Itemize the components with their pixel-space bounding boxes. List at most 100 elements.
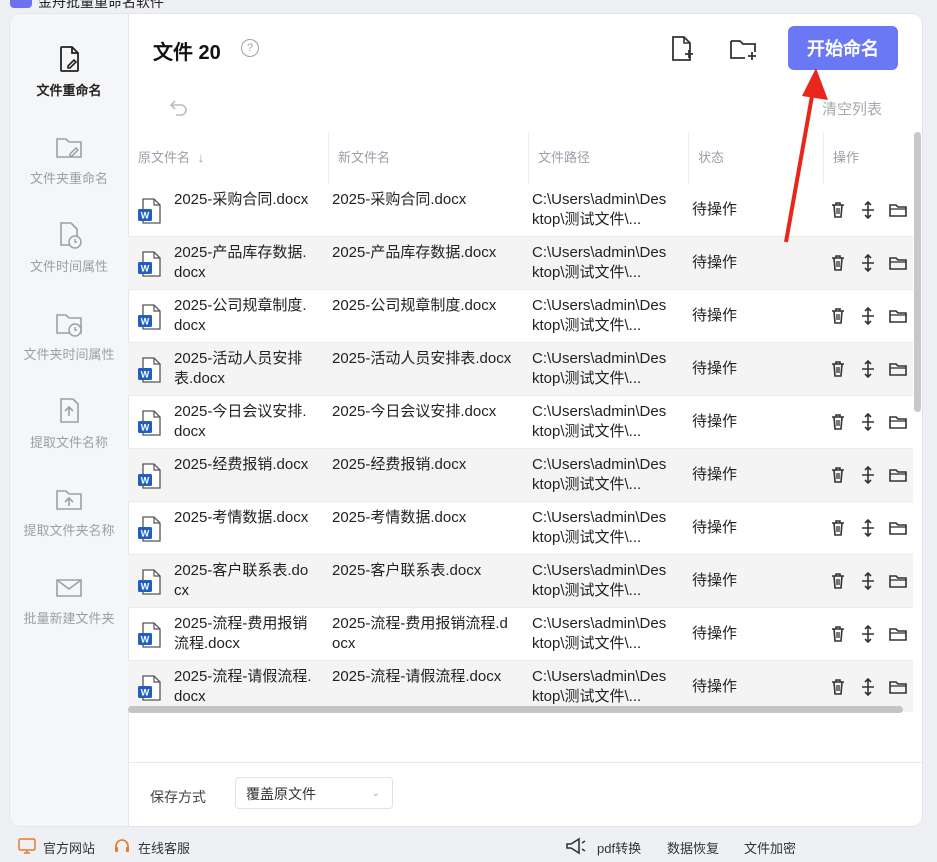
trash-icon[interactable] <box>828 677 848 697</box>
sidebar-item-label: 文件时间属性 <box>29 259 108 274</box>
sidebar-item-label: 文件夹重命名 <box>29 171 108 186</box>
sidebar-item-file-time[interactable]: 文件时间属性 <box>10 220 128 275</box>
column-header-actions: 操作 <box>833 150 860 165</box>
svg-text:W: W <box>141 317 150 327</box>
word-doc-icon: W <box>138 198 162 224</box>
table-row[interactable]: W 2025-产品库存数据.docx 2025-产品库存数据.docx C:\User… <box>128 237 913 290</box>
cell-status: 待操作 <box>692 466 738 483</box>
page-title: 文件 20 <box>153 42 221 64</box>
help-icon[interactable]: ? <box>241 39 259 57</box>
sidebar-item-extract-file-name[interactable]: 提取文件名称 <box>10 396 128 451</box>
word-doc-icon: W <box>138 251 162 277</box>
open-folder-icon[interactable] <box>888 465 908 485</box>
sidebar-item-file-rename[interactable]: 文件重命名 <box>10 44 128 99</box>
open-folder-icon[interactable] <box>888 200 908 220</box>
undo-icon[interactable] <box>168 96 190 118</box>
table-row[interactable]: W 2025-公司规章制度.docx 2025-公司规章制度.docx C:\User… <box>128 290 913 343</box>
file-time-icon <box>60 222 82 249</box>
headset-icon <box>115 839 129 852</box>
official-site-link[interactable]: 官方网站 <box>43 838 95 857</box>
sidebar-item-batch-new-folder[interactable]: 批量新建文件夹 <box>10 572 128 627</box>
trash-icon[interactable] <box>828 359 848 379</box>
cell-file-path: C:\Users\admin\Desktop\测试文件\... <box>532 403 667 440</box>
cell-file-path: C:\Users\admin\Desktop\测试文件\... <box>532 509 667 546</box>
file-encrypt-link[interactable]: 文件加密 <box>744 838 796 857</box>
move-icon[interactable] <box>858 412 878 432</box>
table-row[interactable]: W 2025-客户联系表.docx 2025-客户联系表.docx C:\Users\… <box>128 555 913 608</box>
move-icon[interactable] <box>858 571 878 591</box>
sidebar-item-folder-time[interactable]: 文件夹时间属性 <box>10 308 128 363</box>
move-icon[interactable] <box>858 677 878 697</box>
move-icon[interactable] <box>858 200 878 220</box>
cell-status: 待操作 <box>692 201 738 218</box>
horizontal-scrollbar[interactable] <box>128 706 903 713</box>
table-row[interactable]: W 2025-经费报销.docx 2025-经费报销.docx C:\Users\ad… <box>128 449 913 502</box>
open-folder-icon[interactable] <box>888 677 908 697</box>
trash-icon[interactable] <box>828 571 848 591</box>
table-row[interactable]: W 2025-流程-请假流程.docx 2025-流程-请假流程.docx C:\Us… <box>128 661 913 712</box>
move-icon[interactable] <box>858 624 878 644</box>
cell-status: 待操作 <box>692 254 738 271</box>
sidebar: 文件重命名 文件夹重命名 文件时间属性 文件夹时间属性 提取文件名称 提取文件夹… <box>10 14 129 826</box>
file-table: 原文件名 ↓ 新文件名 文件路径 状态 操作 W 2025-采购合同.docx 20… <box>128 132 913 712</box>
table-row[interactable]: W 2025-今日会议安排.docx 2025-今日会议安排.docx C:\User… <box>128 396 913 449</box>
word-doc-icon: W <box>138 463 162 489</box>
open-folder-icon[interactable] <box>888 412 908 432</box>
cell-new-name: 2025-流程-费用报销流程.docx <box>332 615 508 652</box>
open-folder-icon[interactable] <box>888 359 908 379</box>
table-row[interactable]: W 2025-流程-费用报销流程.docx 2025-流程-费用报销流程.docx C… <box>128 608 913 661</box>
trash-icon[interactable] <box>828 465 848 485</box>
cell-status: 待操作 <box>692 307 738 324</box>
cell-file-path: C:\Users\admin\Desktop\测试文件\... <box>532 456 667 493</box>
open-folder-icon[interactable] <box>888 306 908 326</box>
word-doc-icon: W <box>138 357 162 383</box>
cell-new-name: 2025-考情数据.docx <box>332 509 467 526</box>
online-service-link[interactable]: 在线客服 <box>138 838 190 857</box>
column-header-new: 新文件名 <box>338 150 391 165</box>
column-header-original[interactable]: 原文件名 ↓ <box>128 132 328 184</box>
open-folder-icon[interactable] <box>888 518 908 538</box>
cell-original-name: 2025-考情数据.docx <box>174 509 309 526</box>
open-folder-icon[interactable] <box>888 571 908 591</box>
open-folder-icon[interactable] <box>888 624 908 644</box>
trash-icon[interactable] <box>828 200 848 220</box>
move-icon[interactable] <box>858 253 878 273</box>
vertical-scrollbar[interactable] <box>914 132 921 412</box>
title-bar: 金舟批量重命名软件 <box>0 0 937 10</box>
sidebar-item-extract-folder-name[interactable]: 提取文件夹名称 <box>10 484 128 539</box>
sort-down-icon[interactable]: ↓ <box>198 150 205 165</box>
cell-status: 待操作 <box>692 625 738 642</box>
folder-rename-icon <box>56 138 82 158</box>
move-icon[interactable] <box>858 306 878 326</box>
trash-icon[interactable] <box>828 253 848 273</box>
table-row[interactable]: W 2025-考情数据.docx 2025-考情数据.docx C:\Users\ad… <box>128 502 913 555</box>
open-folder-icon[interactable] <box>888 253 908 273</box>
trash-icon[interactable] <box>828 412 848 432</box>
cell-original-name: 2025-活动人员安排表.docx <box>174 350 303 387</box>
trash-icon[interactable] <box>828 624 848 644</box>
word-doc-icon: W <box>138 569 162 595</box>
cell-file-path: C:\Users\admin\Desktop\测试文件\... <box>532 668 667 705</box>
pdf-convert-link[interactable]: pdf转换 <box>597 838 641 857</box>
move-icon[interactable] <box>858 518 878 538</box>
table-row[interactable]: W 2025-采购合同.docx 2025-采购合同.docx C:\Users\ad… <box>128 184 913 237</box>
word-doc-icon: W <box>138 622 162 648</box>
cell-new-name: 2025-活动人员安排表.docx <box>332 350 512 367</box>
move-icon[interactable] <box>858 359 878 379</box>
trash-icon[interactable] <box>828 306 848 326</box>
cell-status: 待操作 <box>692 360 738 377</box>
main-panel: 文件 20 ? 开始命名 清空列表 原文件名 ↓ 新文件名 文件路径 状态 操作… <box>128 14 922 826</box>
trash-icon[interactable] <box>828 518 848 538</box>
move-icon[interactable] <box>858 465 878 485</box>
cell-status: 待操作 <box>692 678 738 695</box>
table-row[interactable]: W 2025-活动人员安排表.docx 2025-活动人员安排表.docx C:\Us… <box>128 343 913 396</box>
add-file-icon[interactable] <box>666 34 696 64</box>
add-folder-icon[interactable] <box>728 34 758 64</box>
save-mode-select[interactable]: 覆盖原文件 ⌄ <box>235 777 393 809</box>
clear-list-button[interactable]: 清空列表 <box>822 98 882 119</box>
data-recovery-link[interactable]: 数据恢复 <box>667 838 719 857</box>
start-rename-button[interactable]: 开始命名 <box>788 26 898 70</box>
svg-text:W: W <box>141 423 150 433</box>
cell-original-name: 2025-今日会议安排.docx <box>174 403 307 440</box>
sidebar-item-folder-rename[interactable]: 文件夹重命名 <box>10 132 128 187</box>
